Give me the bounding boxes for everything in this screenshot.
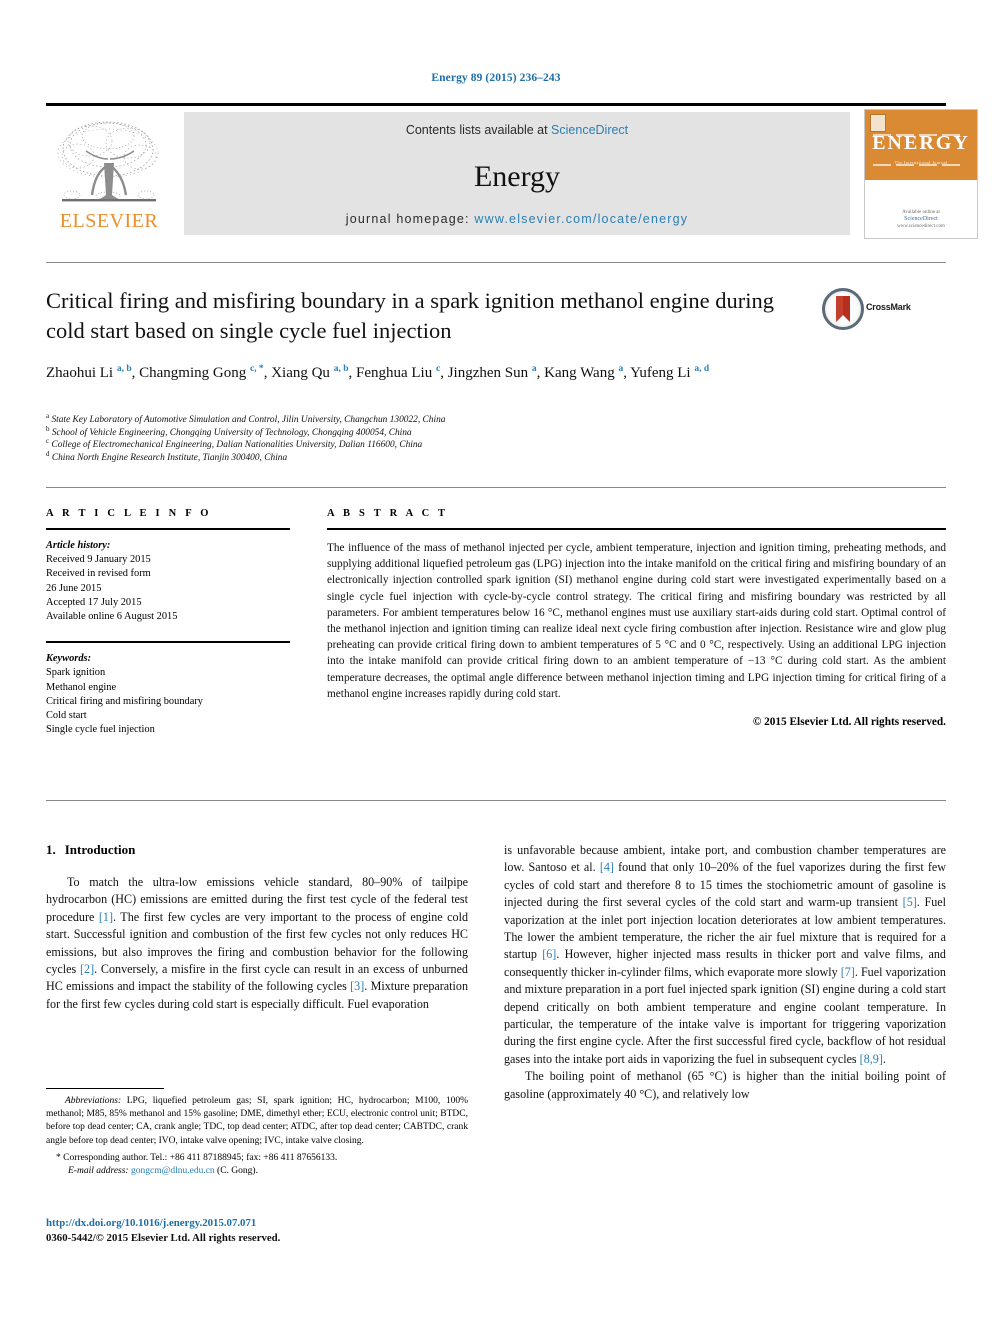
crossmark-badge[interactable]: CrossMark [822,288,932,334]
crossmark-label: CrossMark [866,302,911,312]
history-item: Accepted 17 July 2015 [46,596,142,608]
citation-ref[interactable]: [3] [350,979,364,993]
cover-topic-row-lower [873,153,969,166]
contents-list-prefix: Contents lists available at [405,123,552,137]
info-section-bottom-rule [46,800,946,801]
running-head: Energy 89 (2015) 236–243 [431,72,561,84]
affiliation-item: a State Key Laboratory of Automotive Sim… [46,411,446,425]
body-right-column: is unfavorable because ambient, intake p… [504,842,946,1103]
abstract-copyright: © 2015 Elsevier Ltd. All rights reserved… [752,716,946,729]
keywords-rule [46,641,290,644]
elsevier-tree-logo: ELSEVIER [48,111,170,233]
abstract-column: A B S T R A C T The influence of the mas… [327,508,946,728]
keyword-item: Single cycle fuel injection [46,724,155,736]
section-heading-introduction: 1. Introduction [46,842,468,858]
author-item: Zhaohui Li a, b [46,364,132,381]
affiliation-item: c College of Electromechanical Engineeri… [46,437,423,451]
keyword-item: Spark ignition [46,667,106,679]
abbreviations-label: Abbreviations: [65,1096,122,1106]
journal-homepage-label: journal homepage: [345,212,475,226]
cover-footer-sciencedirect: ScienceDirect [904,216,938,222]
email-label: E-mail address: [68,1166,129,1177]
cover-footer-line1: Available online at [902,210,940,215]
author-item: Xiang Qu a, b [271,364,349,381]
author-item: Fenghua Liu c [355,364,441,381]
affiliation-item: d China North Engine Research Institute,… [46,449,288,463]
article-info-rule [46,528,290,530]
journal-name: Energy [473,160,561,193]
journal-homepage-link[interactable]: www.elsevier.com/locate/energy [474,212,688,226]
abstract-text: The influence of the mass of methanol in… [327,542,946,700]
citation-ref[interactable]: [7] [841,965,855,979]
cover-subtitle: The International Journal [894,160,948,165]
citation-ref[interactable]: [4] [600,860,614,874]
citation-ref[interactable]: [8,9] [860,1052,883,1066]
footnote-rule [46,1088,164,1089]
corresponding-author-note: * Corresponding author. Tel.: +86 411 87… [56,1152,338,1163]
cover-topic-row-upper [873,123,969,136]
journal-cover-thumbnail[interactable]: ENERGY The International Journal Availab… [864,109,978,239]
citation-ref[interactable]: [6] [542,947,556,961]
article-info-heading: A R T I C L E I N F O [46,508,212,519]
author-item: Jingzhen Sun a [447,364,537,381]
contents-list-line: Contents lists available at ScienceDirec… [184,123,850,137]
author-item: Yufeng Li a, d [630,364,710,381]
author-item: Kang Wang a [544,364,624,381]
page-footer: http://dx.doi.org/10.1016/j.energy.2015.… [46,1216,546,1246]
issn-copyright-line: 0360-5442/© 2015 Elsevier Ltd. All right… [46,1232,281,1244]
body-left-column: 1. Introduction To match the ultra-low em… [46,842,468,1013]
article-history: Article history: Received 9 January 2015… [46,539,290,624]
info-section-top-rule [46,487,946,488]
email-owner: (C. Gong). [214,1166,258,1177]
citation-ref[interactable]: [1] [99,910,113,924]
affiliation-list: a State Key Laboratory of Automotive Sim… [46,411,826,464]
masthead-gray-band: Contents lists available at ScienceDirec… [184,112,850,235]
article-history-label: Article history: [46,540,111,551]
footnote-block: Abbreviations: LPG, liquefied petroleum … [46,1088,468,1178]
keywords-label: Keywords: [46,653,92,665]
abbreviations-note: Abbreviations: LPG, liquefied petroleum … [46,1095,468,1148]
article-info-column: A R T I C L E I N F O Article history: R… [46,508,290,737]
history-item: Received 9 January 2015 [46,554,151,566]
crossmark-icon [822,288,864,330]
author-list: Zhaohui Li a, b, Changming Gong c, *, Xi… [46,364,710,381]
section-title: Introduction [64,842,136,857]
citation-ref[interactable]: [5] [903,895,917,909]
journal-masthead: ELSEVIER Contents lists available at Sci… [46,103,978,239]
citation-ref[interactable]: [2] [80,962,94,976]
cover-title: ENERGY [872,132,970,154]
paragraph: is unfavorable because ambient, intake p… [504,843,946,1066]
email-note: E-mail address: gongcm@dlnu.edu.cn (C. G… [46,1165,468,1178]
journal-homepage-line: journal homepage: www.elsevier.com/locat… [184,212,850,226]
history-item: 26 June 2015 [46,582,102,594]
email-link[interactable]: gongcm@dlnu.edu.cn [131,1166,215,1176]
author-item: Changming Gong c, * [139,364,264,381]
cover-footer-url: www.sciencedirect.com [897,224,945,229]
keyword-item: Cold start [46,710,87,722]
keywords-block: Keywords: Spark ignition Methanol engine… [46,652,290,737]
history-item: Available online 6 August 2015 [46,611,178,623]
masthead-top-rule [46,103,946,106]
keyword-item: Methanol engine [46,681,117,693]
elsevier-wordmark: ELSEVIER [59,210,159,232]
keyword-item: Critical firing and misfiring boundary [46,695,203,707]
history-item: Received in revised form [46,568,151,580]
title-divider [46,262,946,263]
section-number: 1. [46,842,56,857]
paragraph: The boiling point of methanol (65 °C) is… [504,1069,946,1101]
abstract-rule [327,528,946,530]
affiliation-item: b School of Vehicle Engineering, Chongqi… [46,424,412,438]
abstract-heading: A B S T R A C T [327,508,449,519]
page-title: Critical firing and misfiring boundary i… [46,288,774,343]
paragraph: To match the ultra-low emissions vehicle… [46,875,468,1011]
doi-link[interactable]: http://dx.doi.org/10.1016/j.energy.2015.… [46,1216,546,1231]
article-first-page: Energy 89 (2015) 236–243 ELSEVIER Conten… [0,0,992,1323]
cover-footer: Available online at ScienceDirect www.sc… [865,209,977,230]
sciencedirect-link[interactable]: ScienceDirect [551,123,628,137]
